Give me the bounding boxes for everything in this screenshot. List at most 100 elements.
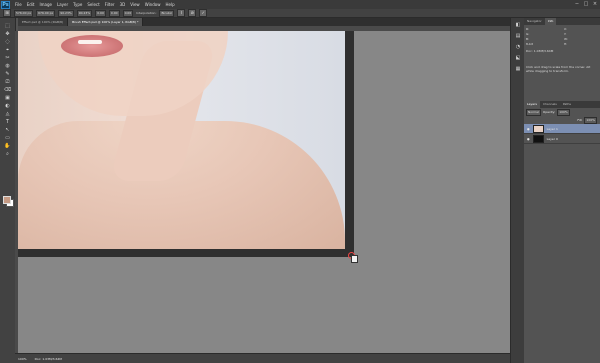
menu-layer[interactable]: Layer	[57, 2, 68, 7]
status-bar: 100% Doc: 1.03M/3.64M	[15, 353, 510, 363]
maximize-icon[interactable]: □	[583, 1, 589, 7]
layer-frame-right	[345, 31, 354, 257]
panel-dock: ◧ ▤ ◔ ⬕ ▦	[510, 18, 525, 363]
menu-help[interactable]: Help	[165, 2, 174, 7]
tab-layers[interactable]: Layers	[524, 101, 540, 108]
x-field[interactable]: 576.00 px	[14, 9, 34, 17]
pen-tool-icon[interactable]: ◬	[3, 111, 12, 118]
rotate-field[interactable]: 0.00	[95, 9, 106, 17]
photoshop-logo: Ps	[1, 0, 10, 9]
eraser-tool-icon[interactable]: ⌫	[3, 87, 12, 94]
tab-effect-psd[interactable]: Effect.psd @ 100% (RGB/8)	[18, 18, 69, 26]
tools-panel: ⬚ ✥ ◌ ⌖ ✂ ◍ ✎ ⎚ ⌫ ▣ ◐ ◬ T ↖ ▭ ✋ ⌕	[0, 18, 16, 363]
y-field[interactable]: 676.00 px	[36, 9, 56, 17]
document-size[interactable]: Doc: 1.03M/3.64M	[35, 357, 62, 361]
tab-paths[interactable]: Paths	[560, 101, 574, 108]
quick-select-tool-icon[interactable]: ⌖	[3, 47, 12, 54]
shape-tool-icon[interactable]: ▭	[3, 135, 12, 142]
foreground-color-swatch[interactable]	[3, 196, 11, 204]
layers-blend-row: Normal Opacity: 100%	[524, 108, 600, 116]
dodge-tool-icon[interactable]: ◐	[3, 103, 12, 110]
info-h: H:	[564, 42, 568, 46]
canvas-area[interactable]	[18, 31, 510, 353]
layer-row[interactable]: ● Layer 0	[524, 134, 600, 144]
adjustments-icon[interactable]: ◔	[514, 43, 523, 51]
hand-tool-icon[interactable]: ✋	[3, 143, 12, 150]
minimize-icon[interactable]: −	[574, 1, 580, 7]
document-image[interactable]	[18, 31, 345, 249]
lasso-tool-icon[interactable]: ◌	[3, 39, 12, 46]
eyedropper-tool-icon[interactable]: ◍	[3, 63, 12, 70]
crop-tool-icon[interactable]: ✂	[3, 55, 12, 62]
info-x: X:	[564, 27, 568, 31]
gradient-tool-icon[interactable]: ▣	[3, 95, 12, 102]
layer-name[interactable]: Layer 0	[547, 137, 558, 141]
opacity-label: Opacity:	[542, 110, 556, 114]
type-tool-icon[interactable]: T	[3, 119, 12, 126]
menu-edit[interactable]: Edit	[27, 2, 35, 7]
layer-thumbnail	[532, 124, 544, 133]
opacity-field[interactable]: 100%	[557, 108, 570, 116]
marquee-tool-icon[interactable]: ⬚	[3, 23, 12, 30]
properties-icon[interactable]: ▤	[514, 32, 523, 40]
h-skew-field[interactable]: 0.00	[108, 9, 120, 17]
stamp-tool-icon[interactable]: ⎚	[3, 79, 12, 86]
swatches-icon[interactable]: ▦	[514, 65, 523, 73]
info-hint-text: Click and drag to scale from the corner.…	[526, 65, 591, 73]
eye-icon[interactable]: ●	[527, 137, 530, 141]
panels-column: Navigator Info R: X: G: Y: B: W: 8-bit H…	[524, 18, 600, 363]
menu-filter[interactable]: Filter	[105, 2, 115, 7]
document-tabs: Effect.psd @ 100% (RGB/8) Brush Effect.p…	[18, 18, 510, 26]
tab-brush-effect-psd[interactable]: Brush Effect.psd @ 100% (Layer 1, RGB/8)…	[68, 18, 144, 26]
info-g: G:	[526, 32, 530, 36]
info-b: B:	[526, 37, 530, 41]
mouse-cursor-icon	[351, 255, 358, 263]
window-controls: − □ ×	[574, 1, 598, 7]
menu-window[interactable]: Window	[145, 2, 161, 7]
styles-icon[interactable]: ⬕	[514, 54, 523, 62]
blend-mode-select[interactable]: Normal	[526, 108, 541, 116]
fill-label: Fill:	[577, 118, 583, 122]
close-icon[interactable]: ×	[592, 1, 598, 7]
layers-panel-tabs: Layers Channels Paths	[524, 101, 600, 108]
zoom-tool-icon[interactable]: ⌕	[3, 151, 12, 158]
info-bitdepth: 8-bit	[526, 42, 533, 46]
brush-tool-icon[interactable]: ✎	[3, 71, 12, 78]
tab-channels[interactable]: Channels	[540, 101, 560, 108]
info-r: R:	[526, 27, 530, 31]
path-select-tool-icon[interactable]: ↖	[3, 127, 12, 134]
menu-image[interactable]: Image	[39, 2, 52, 7]
menu-bar: Ps File Edit Image Layer Type Select Fil…	[0, 0, 600, 9]
eye-icon[interactable]: ●	[527, 127, 530, 131]
move-tool-icon[interactable]: ✥	[3, 31, 12, 38]
color-swatches[interactable]	[3, 196, 14, 207]
layer-name[interactable]: Layer 1	[547, 127, 558, 131]
layer-row[interactable]: ● Layer 1	[524, 124, 600, 134]
reference-point-icon[interactable]: ⊞	[3, 9, 11, 17]
interpolation-label: Interpolation:	[136, 11, 157, 15]
menu-select[interactable]: Select	[87, 2, 99, 7]
height-field[interactable]: 90.23%	[76, 9, 93, 17]
history-icon[interactable]: ◧	[514, 21, 523, 29]
options-bar: ⊞ 576.00 px 676.00 px 90.23% 90.23% 0.00…	[0, 9, 600, 18]
teeth-shape	[78, 40, 102, 44]
v-skew-field[interactable]: 0.00	[122, 9, 134, 17]
zoom-level[interactable]: 100%	[18, 357, 27, 361]
info-doc-size: Doc: 1.03M/3.64M	[526, 49, 554, 53]
tab-info[interactable]: Info	[544, 18, 557, 25]
cancel-transform-icon[interactable]: ⊘	[188, 9, 197, 17]
commit-transform-icon[interactable]: ✓	[199, 9, 208, 17]
tab-navigator[interactable]: Navigator	[524, 18, 545, 25]
menu-file[interactable]: File	[15, 2, 22, 7]
info-panel-tabs: Navigator Info	[524, 18, 600, 25]
layer-thumbnail	[532, 134, 544, 143]
layer-frame-bottom	[18, 249, 354, 257]
menu-view[interactable]: View	[130, 2, 140, 7]
menu-type[interactable]: Type	[73, 2, 82, 7]
interpolation-select[interactable]: Bicubic	[159, 9, 175, 17]
warp-icon[interactable]: ⌇	[177, 9, 186, 17]
menu-3d[interactable]: 3D	[120, 2, 126, 7]
fill-field[interactable]: 100%	[584, 116, 597, 124]
width-field[interactable]: 90.23%	[58, 9, 74, 17]
info-y: Y:	[564, 32, 567, 36]
